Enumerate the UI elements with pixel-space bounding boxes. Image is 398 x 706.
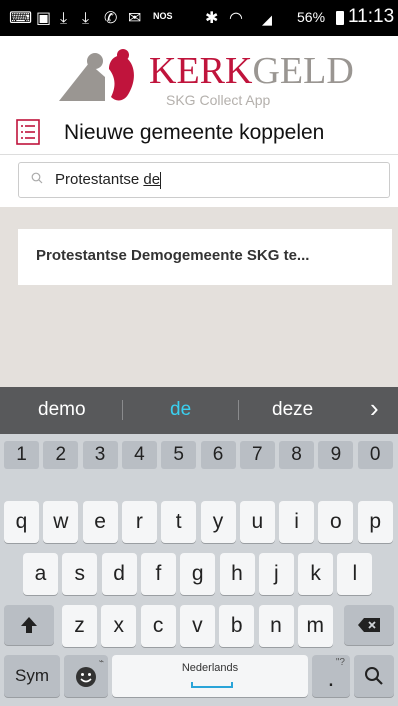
shift-key[interactable] (4, 605, 54, 645)
key-8[interactable]: 8 (279, 441, 315, 469)
key-a[interactable]: a (23, 553, 58, 595)
battery-percent: 56% (297, 9, 326, 25)
key-m[interactable]: m (297, 605, 333, 647)
key-e[interactable]: e (82, 501, 118, 543)
page-header: Nieuwe gemeente koppelen (0, 112, 398, 155)
chevron-right-icon[interactable]: › (370, 393, 379, 424)
battery-icon (336, 11, 344, 25)
wifi-icon: ◠ (229, 8, 243, 27)
key-5[interactable]: 5 (161, 441, 197, 469)
period-key[interactable]: "? . (312, 655, 350, 697)
keyboard-icon: ⌨ (9, 8, 33, 27)
key-9[interactable]: 9 (318, 441, 354, 469)
key-l[interactable]: l (337, 553, 373, 595)
key-j[interactable]: j (258, 553, 294, 595)
logo-subtitle: SKG Collect App (166, 92, 271, 108)
key-q[interactable]: q (4, 501, 39, 543)
app-logo: KERKGELD SKG Collect App (0, 45, 398, 108)
key-b[interactable]: b (219, 605, 255, 647)
search-text-composing: de (143, 171, 161, 188)
text-cursor (160, 171, 162, 189)
key-v[interactable]: v (179, 605, 215, 647)
logo-kerk-text: KERK (149, 50, 253, 92)
space-label: Nederlands (181, 662, 239, 674)
key-0[interactable]: 0 (357, 441, 393, 469)
divider (122, 400, 123, 420)
key-3[interactable]: 3 (82, 441, 118, 469)
key-u[interactable]: u (239, 501, 275, 543)
signal-icon: ◢ (262, 13, 272, 28)
key-d[interactable]: d (101, 553, 137, 595)
search-field[interactable]: Protestantse de (18, 162, 390, 198)
bluetooth-icon: ✱ (205, 8, 219, 27)
suggestion-item[interactable]: demo (38, 399, 86, 421)
suggestion-item[interactable]: deze (272, 399, 313, 421)
space-underline (191, 682, 233, 688)
key-c[interactable]: c (140, 605, 176, 647)
backspace-icon (358, 618, 380, 632)
key-1[interactable]: 1 (4, 441, 39, 469)
key-6[interactable]: 6 (200, 441, 236, 469)
page-title: Nieuwe gemeente koppelen (64, 121, 325, 144)
key-s[interactable]: s (62, 553, 98, 595)
results-list: Protestantse Demogemeente SKG te... (0, 207, 398, 387)
search-icon (365, 667, 383, 685)
key-f[interactable]: f (140, 553, 176, 595)
search-input[interactable]: Protestantse de (55, 171, 162, 189)
search-text-plain: Protestantse (55, 171, 144, 188)
key-n[interactable]: n (258, 605, 294, 647)
list-item[interactable]: Protestantse Demogemeente SKG te... (18, 229, 392, 285)
period-label: . (327, 665, 335, 692)
backspace-key[interactable] (344, 605, 394, 645)
download-icon: ⤓ (60, 8, 68, 27)
emoji-key[interactable]: ⌁ (64, 655, 108, 697)
key-4[interactable]: 4 (121, 441, 157, 469)
key-7[interactable]: 7 (239, 441, 275, 469)
key-2[interactable]: 2 (43, 441, 79, 469)
key-x[interactable]: x (101, 605, 137, 647)
sym-key[interactable]: Sym (4, 655, 60, 697)
suggestion-bar: demo de deze › (0, 387, 398, 434)
key-k[interactable]: k (298, 553, 334, 595)
logo-mark-icon (59, 49, 134, 101)
download-icon: ⤓ (82, 8, 90, 27)
result-label: Protestantse Demogemeente SKG te... (36, 247, 310, 264)
screenshot-icon: ▣ (36, 8, 52, 27)
key-r[interactable]: r (121, 501, 157, 543)
key-y[interactable]: y (200, 501, 236, 543)
key-i[interactable]: i (279, 501, 315, 543)
emoji-icon (76, 667, 96, 687)
space-key[interactable]: Nederlands (112, 655, 308, 697)
clock: 11:13 (348, 6, 395, 27)
key-p[interactable]: p (357, 501, 393, 543)
search-key[interactable] (354, 655, 394, 697)
whatsapp-icon: ✆ (104, 8, 118, 27)
mic-icon: ⌁ (98, 656, 104, 666)
logo-wordmark: KERKGELD (149, 49, 354, 93)
logo-geld-text: GELD (252, 50, 354, 92)
shift-icon (21, 617, 37, 633)
nos-icon: NOS (153, 11, 173, 21)
menu-icon[interactable] (16, 119, 40, 145)
key-z[interactable]: z (62, 605, 97, 647)
key-o[interactable]: o (318, 501, 354, 543)
inbox-icon: ✉ (128, 8, 142, 27)
divider (238, 400, 239, 420)
key-g[interactable]: g (180, 553, 216, 595)
keyboard: demo de deze › Sym ⌁ Nederlands "? . 123… (0, 387, 398, 706)
key-t[interactable]: t (161, 501, 197, 543)
search-icon (31, 172, 43, 184)
suggestion-item-active[interactable]: de (170, 399, 191, 421)
key-h[interactable]: h (219, 553, 255, 595)
status-bar: ⌨ ▣ ⤓ ⤓ ✆ ✉ NOS ✱ ◠ ◢ 56% 11:13 (0, 0, 398, 36)
key-w[interactable]: w (43, 501, 79, 543)
